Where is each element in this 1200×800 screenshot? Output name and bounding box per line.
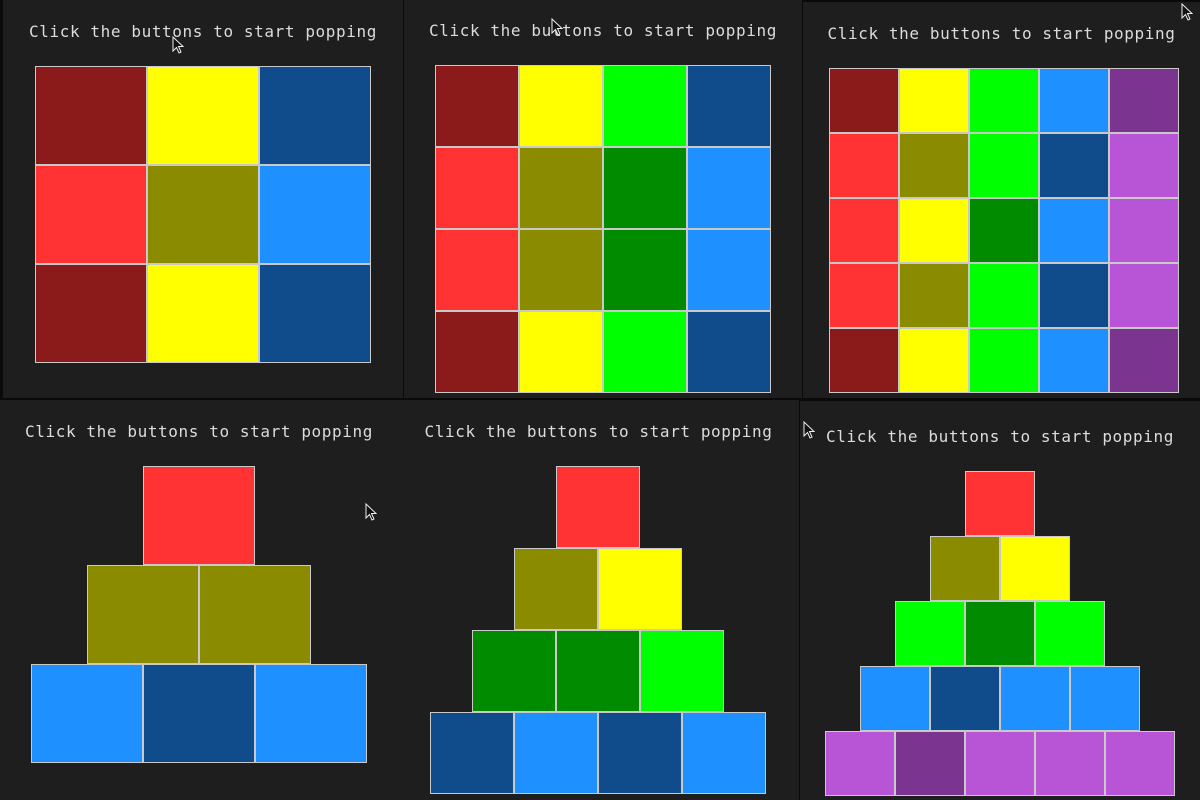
pop-button-lime[interactable] <box>1035 601 1105 666</box>
pop-button-blue[interactable] <box>1000 666 1070 731</box>
pop-button-blue[interactable] <box>1070 666 1140 731</box>
pop-button-blue[interactable] <box>31 664 143 763</box>
pop-button-yellow[interactable] <box>598 548 682 630</box>
pop-button-red[interactable] <box>435 229 519 311</box>
pop-button-olive[interactable] <box>519 229 603 311</box>
pop-button-dark-red[interactable] <box>435 311 519 393</box>
pop-button-red[interactable] <box>435 147 519 229</box>
pop-button-lime[interactable] <box>895 601 965 666</box>
pop-button-red[interactable] <box>35 165 147 264</box>
pop-button-orchid[interactable] <box>825 731 895 796</box>
pop-button-navy[interactable] <box>687 65 771 147</box>
pop-button-orchid[interactable] <box>965 731 1035 796</box>
pop-button-purple[interactable] <box>1109 328 1179 393</box>
pop-button-orchid[interactable] <box>1105 731 1175 796</box>
pop-button-blue[interactable] <box>1039 68 1109 133</box>
pop-button-orchid[interactable] <box>1035 731 1105 796</box>
pop-button-dark-red[interactable] <box>829 328 899 393</box>
pop-button-navy[interactable] <box>687 311 771 393</box>
pop-button-blue[interactable] <box>682 712 766 794</box>
pop-button-yellow[interactable] <box>519 311 603 393</box>
pop-button-blue[interactable] <box>687 147 771 229</box>
pop-button-dark-red[interactable] <box>35 66 147 165</box>
pop-button-red[interactable] <box>556 466 640 548</box>
pop-button-purple[interactable] <box>1109 68 1179 133</box>
pop-button-lime[interactable] <box>969 263 1039 328</box>
pop-button-olive[interactable] <box>87 565 199 664</box>
button-pyramid-4 <box>430 466 766 794</box>
pop-button-dark-red[interactable] <box>435 65 519 147</box>
pop-button-orchid[interactable] <box>1109 133 1179 198</box>
pop-button-yellow[interactable] <box>899 198 969 263</box>
panel-title: Click the buttons to start popping <box>25 422 373 441</box>
panel-title: Click the buttons to start popping <box>826 427 1174 446</box>
pop-button-yellow[interactable] <box>899 68 969 133</box>
pop-button-lime[interactable] <box>640 630 724 712</box>
pop-button-yellow[interactable] <box>519 65 603 147</box>
pop-button-navy[interactable] <box>259 264 371 363</box>
pop-button-lime[interactable] <box>603 65 687 147</box>
pop-button-green[interactable] <box>556 630 640 712</box>
pop-button-olive[interactable] <box>199 565 311 664</box>
pop-button-red[interactable] <box>143 466 255 565</box>
button-pyramid-5 <box>825 471 1175 796</box>
pop-button-red[interactable] <box>965 471 1035 536</box>
pop-button-lime[interactable] <box>603 311 687 393</box>
pop-button-blue[interactable] <box>1039 328 1109 393</box>
pop-button-green[interactable] <box>603 229 687 311</box>
pop-button-lime[interactable] <box>969 133 1039 198</box>
panel-title: Click the buttons to start popping <box>424 422 773 441</box>
pop-button-blue[interactable] <box>259 165 371 264</box>
pop-button-blue[interactable] <box>514 712 598 794</box>
pop-button-navy[interactable] <box>598 712 682 794</box>
pop-button-blue[interactable] <box>1039 198 1109 263</box>
button-grid-4x4 <box>435 65 771 393</box>
pop-button-red[interactable] <box>829 263 899 328</box>
pop-button-purple[interactable] <box>895 731 965 796</box>
panel-title: Click the buttons to start popping <box>29 22 377 41</box>
pop-button-olive[interactable] <box>930 536 1000 601</box>
pop-button-navy[interactable] <box>430 712 514 794</box>
pop-button-yellow[interactable] <box>899 328 969 393</box>
pop-button-navy[interactable] <box>1039 263 1109 328</box>
button-grid-5x5 <box>829 68 1179 393</box>
popping-game-panel-3: Click the buttons to start popping <box>803 2 1200 398</box>
pop-button-olive[interactable] <box>899 133 969 198</box>
pop-button-navy[interactable] <box>930 666 1000 731</box>
pop-button-navy[interactable] <box>1039 133 1109 198</box>
pop-button-olive[interactable] <box>899 263 969 328</box>
button-grid-3x3 <box>35 66 371 363</box>
pop-button-green[interactable] <box>965 601 1035 666</box>
pop-button-navy[interactable] <box>259 66 371 165</box>
pop-button-red[interactable] <box>829 198 899 263</box>
pop-button-navy[interactable] <box>143 664 255 763</box>
panel-title: Click the buttons to start popping <box>429 21 777 40</box>
pop-button-blue[interactable] <box>255 664 367 763</box>
pop-button-blue[interactable] <box>687 229 771 311</box>
pop-button-orchid[interactable] <box>1109 198 1179 263</box>
pop-button-blue[interactable] <box>860 666 930 731</box>
button-pyramid-3 <box>31 466 367 763</box>
popping-game-panel-4: Click the buttons to start popping <box>0 400 398 800</box>
pop-button-olive[interactable] <box>514 548 598 630</box>
popping-game-panel-1: Click the buttons to start popping <box>3 0 403 398</box>
popping-game-panel-5: Click the buttons to start popping <box>398 400 799 800</box>
panel-title: Click the buttons to start popping <box>827 24 1176 43</box>
pop-button-red[interactable] <box>829 133 899 198</box>
popping-game-panel-2: Click the buttons to start popping <box>404 0 802 398</box>
pop-button-yellow[interactable] <box>147 264 259 363</box>
popping-game-panel-6: Click the buttons to start popping <box>800 401 1200 800</box>
pop-button-green[interactable] <box>472 630 556 712</box>
pop-button-dark-red[interactable] <box>829 68 899 133</box>
pop-button-dark-red[interactable] <box>35 264 147 363</box>
pop-button-lime[interactable] <box>969 328 1039 393</box>
pop-button-green[interactable] <box>603 147 687 229</box>
pop-button-olive[interactable] <box>519 147 603 229</box>
pop-button-yellow[interactable] <box>147 66 259 165</box>
pop-button-green[interactable] <box>969 198 1039 263</box>
pop-button-yellow[interactable] <box>1000 536 1070 601</box>
pop-button-olive[interactable] <box>147 165 259 264</box>
pop-button-orchid[interactable] <box>1109 263 1179 328</box>
pop-button-lime[interactable] <box>969 68 1039 133</box>
